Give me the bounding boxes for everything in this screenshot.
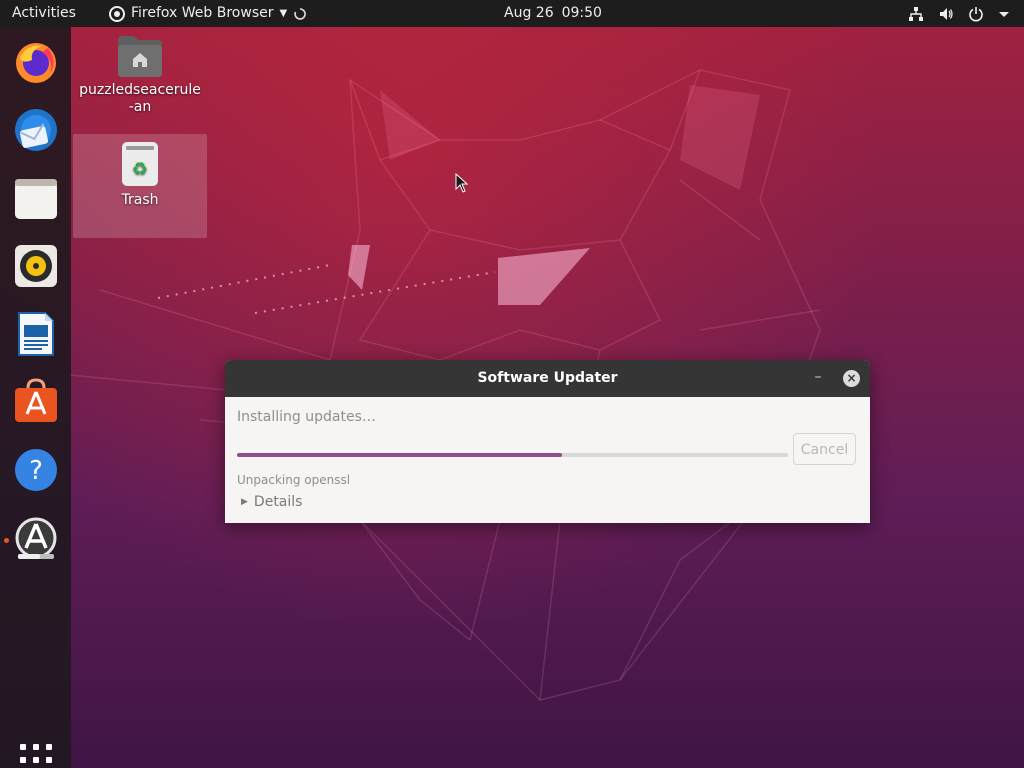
cancel-button[interactable]: Cancel <box>793 433 856 465</box>
dock-updater-icon[interactable] <box>12 514 60 562</box>
progress-fill <box>237 453 563 457</box>
volume-icon <box>940 7 953 20</box>
software-updater-dialog: Software Updater – × Installing updates…… <box>225 360 870 523</box>
close-button[interactable]: × <box>843 370 860 387</box>
system-tray[interactable] <box>894 0 1010 27</box>
tray-caret-down-icon <box>999 11 1009 17</box>
status-label: Installing updates… <box>237 409 376 425</box>
app-menu-label: Firefox Web Browser <box>131 5 274 21</box>
desktop-trash[interactable]: ♻ Trash <box>73 134 207 238</box>
clock[interactable]: Aug 26 09:50 <box>504 0 602 27</box>
dock-software-icon[interactable] <box>12 378 60 426</box>
details-label: Details <box>253 494 303 510</box>
desktop-home-folder[interactable]: puzzledseacerule-an <box>73 34 207 124</box>
network-icon <box>909 6 923 21</box>
clock-date: Aug 26 <box>504 5 554 21</box>
dialog-title: Software Updater <box>477 370 618 386</box>
dock-thunderbird-icon[interactable] <box>12 106 60 154</box>
power-icon <box>969 6 983 21</box>
details-expander[interactable]: ▶ Details <box>241 494 302 510</box>
svg-text:?: ? <box>29 456 43 486</box>
dock-rhythmbox-icon[interactable] <box>12 242 60 290</box>
dock-firefox-icon[interactable] <box>12 38 60 86</box>
firefox-small-icon <box>109 5 125 22</box>
dialog-titlebar[interactable]: Software Updater – × <box>225 360 870 397</box>
home-folder-label: puzzledseacerule-an <box>79 82 201 115</box>
mouse-pointer-icon <box>455 173 469 193</box>
progress-bar <box>237 453 788 457</box>
app-menu[interactable]: Firefox Web Browser ▼ <box>108 0 307 27</box>
trash-can-icon: ♻ <box>122 142 158 186</box>
activities-button[interactable]: Activities <box>12 0 76 27</box>
desktop[interactable]: Activities Firefox Web Browser ▼ Aug 26 0… <box>0 0 1024 768</box>
trash-label: Trash <box>121 192 159 208</box>
dock-help-icon[interactable]: ? <box>12 446 60 494</box>
minimize-button[interactable]: – <box>810 360 826 397</box>
dock-writer-icon[interactable] <box>12 310 60 358</box>
clock-time: 09:50 <box>561 5 602 21</box>
caret-down-icon: ▼ <box>279 8 288 19</box>
expander-arrow-icon: ▶ <box>241 497 248 507</box>
current-action-label: Unpacking openssl <box>237 473 351 487</box>
dock-files-icon[interactable] <box>12 174 60 222</box>
home-folder-icon <box>118 36 162 77</box>
show-apps-grid-icon[interactable] <box>20 744 52 768</box>
svg-text:♻: ♻ <box>132 159 148 180</box>
top-bar: Activities Firefox Web Browser ▼ Aug 26 0… <box>0 0 1024 27</box>
dock: ? <box>0 27 71 768</box>
loading-spinner-icon <box>294 7 307 20</box>
running-indicator <box>4 538 9 543</box>
